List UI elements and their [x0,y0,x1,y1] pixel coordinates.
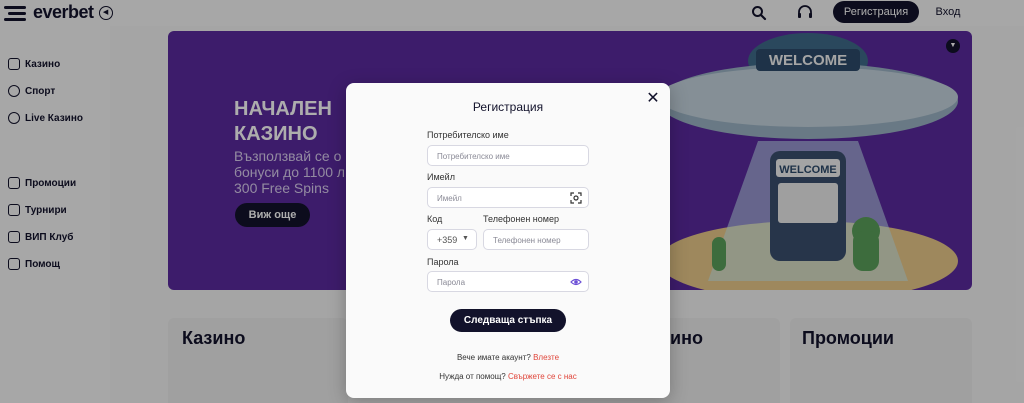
password-label: Парола [427,257,459,267]
email-input[interactable] [428,189,588,208]
scan-icon[interactable] [570,192,582,204]
email-label: Имейл [427,172,455,182]
have-account-row: Вече имате акаунт? Влезте [456,353,560,362]
registration-modal: Регистрация ✕ Потребителско име Имейл Ко… [346,83,670,398]
country-code-value: +359 [437,235,458,245]
password-input[interactable] [428,273,588,292]
email-field[interactable] [427,187,589,208]
chevron-down-icon: ▼ [462,235,469,242]
contact-link[interactable]: Свържете се с нас [508,372,577,381]
need-help-row: Нужда от помощ? Свържете се с нас [439,372,577,381]
next-step-button[interactable]: Следваща стъпка [450,309,566,332]
close-icon[interactable]: ✕ [646,91,660,107]
code-label: Код [427,214,443,224]
phone-label: Телефонен номер [483,214,559,224]
phone-input[interactable] [484,231,588,250]
eye-icon[interactable] [570,276,582,288]
password-field[interactable] [427,271,589,292]
phone-field[interactable] [483,229,589,250]
username-input[interactable] [428,147,588,166]
country-code-select[interactable]: +359 ▼ [427,229,477,250]
modal-title: Регистрация [472,100,544,114]
username-label: Потребителско име [427,130,509,140]
username-field[interactable] [427,145,589,166]
login-link[interactable]: Влезте [533,353,559,362]
